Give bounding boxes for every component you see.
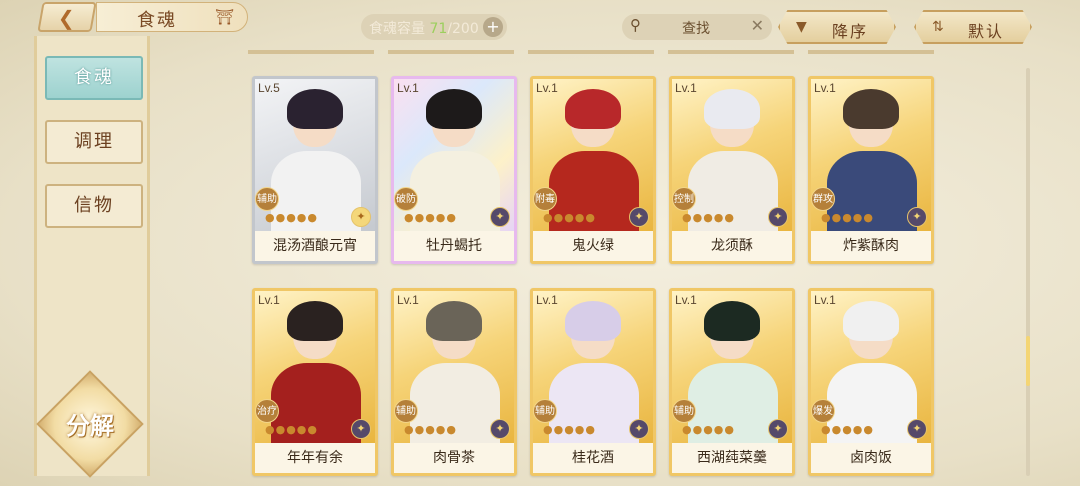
character-hair: [287, 301, 343, 341]
tab-conditioning[interactable]: 调理: [45, 120, 143, 164]
capacity-max: /200: [447, 21, 479, 37]
level-label: Lv.5: [258, 81, 280, 95]
descending-icon: ▼: [796, 19, 807, 35]
character-hair: [565, 301, 621, 341]
star-rating-icon: ●●●●●: [682, 423, 735, 436]
character-name: 桂花酒: [533, 443, 653, 473]
character-hair: [565, 89, 621, 129]
add-capacity-button[interactable]: +: [483, 17, 503, 37]
sort-order-label: 降序: [832, 22, 869, 41]
level-label: Lv.1: [258, 293, 280, 307]
star-rating-icon: ●●●●●: [682, 211, 735, 224]
star-rating-icon: ●●●●●: [265, 423, 318, 436]
element-icon: ✦: [629, 207, 649, 227]
sort-default-button[interactable]: ⇅ 默认: [914, 10, 1032, 44]
food-soul-card[interactable]: Lv.5 辅助 ●●●●● ✦ 混汤酒酿元宵: [252, 76, 378, 264]
character-hair: [287, 89, 343, 129]
food-soul-card[interactable]: Lv.1 辅助 ●●●●● ✦ 桂花酒: [530, 288, 656, 476]
character-hair: [704, 89, 760, 129]
role-badge: 辅助: [672, 399, 696, 423]
role-badge: 破防: [394, 187, 418, 211]
pagoda-icon[interactable]: ⛩: [215, 8, 235, 26]
role-badge: 控制: [672, 187, 696, 211]
character-hair: [426, 301, 482, 341]
scrollbar-thumb[interactable]: [1026, 336, 1030, 386]
element-icon: ✦: [907, 207, 927, 227]
food-soul-card[interactable]: Lv.1 爆发 ●●●●● ✦ 卤肉饭: [808, 288, 934, 476]
star-rating-icon: ●●●●●: [543, 423, 596, 436]
element-icon: ✦: [768, 419, 788, 439]
character-hair: [704, 301, 760, 341]
star-rating-icon: ●●●●●: [404, 423, 457, 436]
back-button[interactable]: ❮: [37, 2, 97, 32]
search-input[interactable]: ⚲ 查找 ✕: [622, 14, 772, 40]
previous-row-edge: [248, 50, 938, 54]
capacity-label: 食魂容量: [369, 21, 425, 37]
food-soul-card[interactable]: Lv.1 附毒 ●●●●● ✦ 鬼火绿: [530, 76, 656, 264]
search-placeholder: 查找: [682, 21, 710, 37]
element-icon: ✦: [629, 419, 649, 439]
element-icon: ✦: [351, 207, 371, 227]
level-label: Lv.1: [675, 293, 697, 307]
star-rating-icon: ●●●●●: [404, 211, 457, 224]
page-title: 食魂: [137, 10, 177, 31]
back-arrow-icon: ❮: [57, 6, 75, 30]
role-badge: 群攻: [811, 187, 835, 211]
sort-order-button[interactable]: ▼ 降序: [778, 10, 896, 44]
character-hair: [843, 301, 899, 341]
character-name: 西湖莼菜羹: [672, 443, 792, 473]
element-icon: ✦: [768, 207, 788, 227]
star-rating-icon: ●●●●●: [821, 423, 874, 436]
food-soul-card[interactable]: Lv.1 辅助 ●●●●● ✦ 肉骨茶: [391, 288, 517, 476]
star-rating-icon: ●●●●●: [265, 211, 318, 224]
level-label: Lv.1: [397, 81, 419, 95]
character-name: 鬼火绿: [533, 231, 653, 261]
character-name: 炸紫酥肉: [811, 231, 931, 261]
capacity-display: 食魂容量 71/200 +: [361, 14, 507, 40]
character-name: 卤肉饭: [811, 443, 931, 473]
role-badge: 辅助: [394, 399, 418, 423]
role-badge: 附毒: [533, 187, 557, 211]
capacity-current: 71: [429, 21, 448, 37]
role-badge: 治疗: [255, 399, 279, 423]
character-name: 年年有余: [255, 443, 375, 473]
level-label: Lv.1: [397, 293, 419, 307]
decompose-label[interactable]: 分解: [55, 406, 125, 441]
element-icon: ✦: [907, 419, 927, 439]
tab-food-soul[interactable]: 食魂: [45, 56, 143, 100]
element-icon: ✦: [490, 419, 510, 439]
star-rating-icon: ●●●●●: [821, 211, 874, 224]
search-icon: ⚲: [630, 16, 641, 34]
tab-keepsake[interactable]: 信物: [45, 184, 143, 228]
character-hair: [426, 89, 482, 129]
title-plate: 食魂 ⛩: [96, 2, 248, 32]
element-icon: ✦: [351, 419, 371, 439]
top-bar: ❮ 食魂 ⛩ 食魂容量 71/200 + ⚲ 查找 ✕ ▼ 降序 ⇅ 默认: [0, 0, 1080, 50]
character-name: 龙须酥: [672, 231, 792, 261]
food-soul-card[interactable]: Lv.1 辅助 ●●●●● ✦ 西湖莼菜羹: [669, 288, 795, 476]
scrollbar[interactable]: [1026, 68, 1030, 476]
level-label: Lv.1: [675, 81, 697, 95]
role-badge: 辅助: [255, 187, 279, 211]
food-soul-card[interactable]: Lv.1 控制 ●●●●● ✦ 龙须酥: [669, 76, 795, 264]
element-icon: ✦: [490, 207, 510, 227]
role-badge: 辅助: [533, 399, 557, 423]
level-label: Lv.1: [536, 81, 558, 95]
character-hair: [843, 89, 899, 129]
level-label: Lv.1: [814, 293, 836, 307]
food-soul-card[interactable]: Lv.1 破防 ●●●●● ✦ 牡丹蝎托: [391, 76, 517, 264]
level-label: Lv.1: [814, 81, 836, 95]
food-soul-card[interactable]: Lv.1 治疗 ●●●●● ✦ 年年有余: [252, 288, 378, 476]
clear-icon[interactable]: ✕: [751, 16, 764, 35]
character-name: 混汤酒酿元宵: [255, 231, 375, 261]
character-name: 肉骨茶: [394, 443, 514, 473]
character-name: 牡丹蝎托: [394, 231, 514, 261]
food-soul-card[interactable]: Lv.1 群攻 ●●●●● ✦ 炸紫酥肉: [808, 76, 934, 264]
sort-default-label: 默认: [968, 22, 1005, 41]
level-label: Lv.1: [536, 293, 558, 307]
star-rating-icon: ●●●●●: [543, 211, 596, 224]
role-badge: 爆发: [811, 399, 835, 423]
swap-icon: ⇅: [932, 19, 944, 35]
